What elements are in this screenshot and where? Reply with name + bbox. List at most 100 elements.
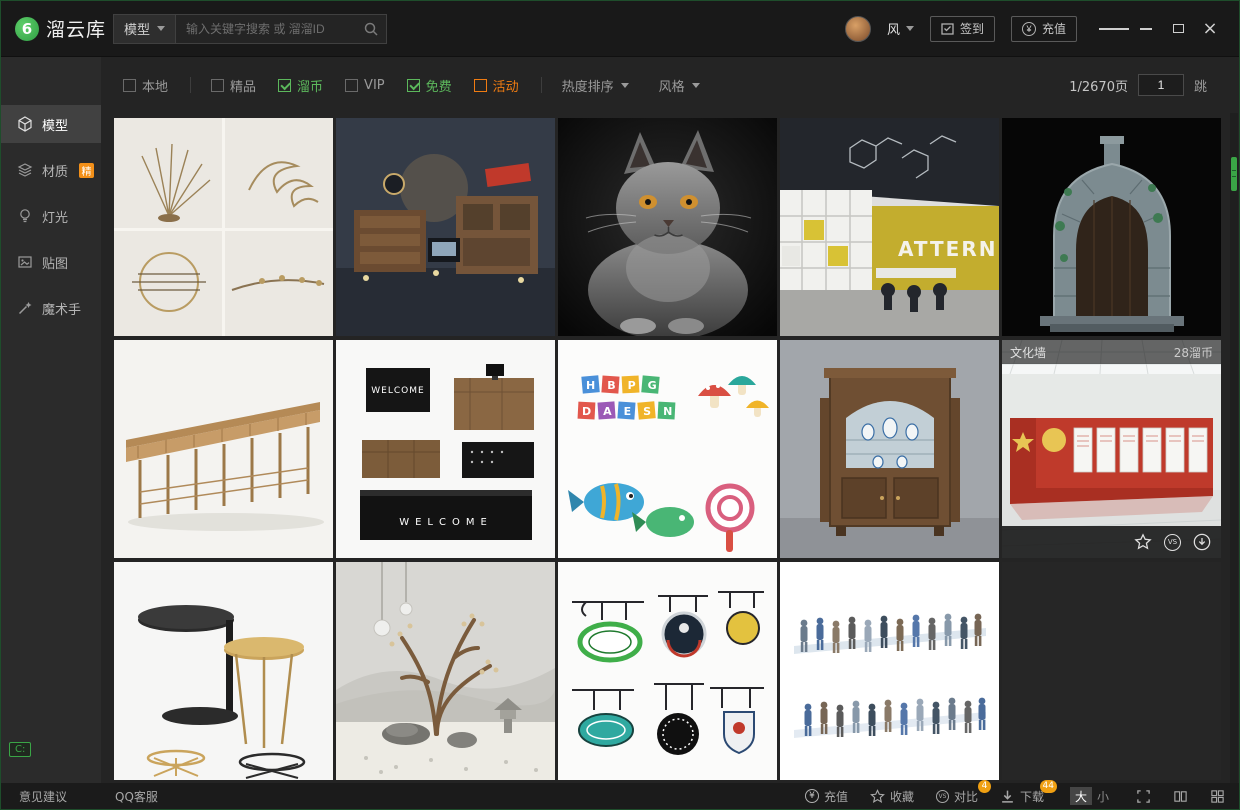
avatar[interactable] — [845, 16, 871, 42]
recharge-icon: ¥ — [1022, 22, 1036, 36]
window-controls: × — [1099, 16, 1225, 42]
scrollbar-thumb[interactable] — [1231, 157, 1237, 191]
sidebar-item-textures[interactable]: 贴图 — [1, 243, 101, 281]
star-icon — [870, 789, 885, 804]
recharge-label: 充值 — [824, 788, 848, 805]
model-grid: ATTERN — [114, 118, 1221, 780]
model-card-gray-cat[interactable] — [558, 118, 777, 336]
fullscreen-icon[interactable] — [1136, 789, 1151, 804]
category-dropdown[interactable]: 模型 — [113, 14, 175, 44]
filter-coin[interactable]: 溜币 — [278, 76, 323, 95]
sidebar-item-magic-hand[interactable]: 魔术手 — [1, 289, 101, 327]
size-large-option[interactable]: 大 — [1070, 787, 1092, 805]
model-card-wooden-pergola[interactable] — [114, 340, 333, 558]
sidebar-item-models[interactable]: 模型 — [1, 105, 101, 143]
page-number-input[interactable] — [1138, 74, 1184, 96]
style-dropdown[interactable]: 风格 — [659, 76, 700, 95]
maximize-button[interactable] — [1163, 16, 1193, 42]
checkbox-checked-icon — [278, 79, 291, 92]
checkbox-icon — [123, 79, 136, 92]
thumbnail-image — [780, 562, 999, 780]
username-label: 风 — [887, 19, 900, 38]
sidebar-item-label: 模型 — [42, 115, 68, 134]
model-card-stone-archway[interactable] — [1002, 118, 1221, 336]
thumbnail-image: WELCOME WELCOME — [336, 340, 555, 558]
recharge-button[interactable]: ¥ 充值 — [1011, 16, 1077, 42]
favorite-star-icon[interactable] — [1134, 533, 1152, 551]
page-jump-button[interactable]: 跳 — [1194, 76, 1207, 95]
download-icon[interactable] — [1193, 533, 1211, 551]
split-view-icon[interactable] — [1173, 789, 1188, 804]
checkbox-icon — [211, 79, 224, 92]
vertical-scrollbar[interactable] — [1230, 113, 1238, 783]
model-card-display-cabinet[interactable] — [780, 340, 999, 558]
divider — [541, 77, 542, 93]
grid-view-icon[interactable] — [1210, 789, 1225, 804]
bottom-bar: 意见建议 QQ客服 ¥ 充值 收藏 VS 对比 4 下载 44 — [1, 783, 1239, 809]
search-icon[interactable] — [363, 21, 379, 37]
app-logo: 6 溜云库 — [15, 15, 109, 42]
qq-support-link[interactable]: QQ客服 — [115, 788, 158, 805]
compare-vs-icon: VS — [936, 790, 949, 803]
thumbnail-image — [1002, 118, 1221, 336]
category-dropdown-label: 模型 — [124, 19, 150, 38]
recharge-bottom-button[interactable]: ¥ 充值 — [805, 788, 848, 805]
signin-icon — [941, 22, 954, 35]
sort-dropdown-label: 热度排序 — [562, 76, 614, 95]
card-title: 文化墙 — [1010, 344, 1046, 361]
feedback-link[interactable]: 意见建议 — [19, 788, 67, 805]
sidebar-item-label: 魔术手 — [42, 299, 81, 318]
topbar: 6 溜云库 模型 风 签到 ¥ 充值 — [1, 1, 1239, 57]
sidebar: 模型 材质 精 灯光 贴图 魔术手 — [1, 57, 101, 783]
filter-local[interactable]: 本地 — [123, 76, 168, 95]
checkbox-icon — [474, 79, 487, 92]
username-menu[interactable]: 风 — [887, 19, 914, 38]
style-dropdown-label: 风格 — [659, 76, 685, 95]
minimize-button[interactable] — [1131, 16, 1161, 42]
chevron-down-icon — [692, 83, 700, 88]
compare-button[interactable]: VS 对比 4 — [936, 788, 978, 805]
model-card-vintage-room[interactable] — [336, 118, 555, 336]
menu-icon[interactable] — [1099, 16, 1129, 42]
svg-text:WELCOME: WELCOME — [371, 386, 424, 396]
page-info: 1/2670页 — [1069, 76, 1128, 95]
filter-vip[interactable]: VIP — [345, 78, 385, 93]
thumbnail-image — [558, 118, 777, 336]
model-card-modern-office[interactable]: ATTERN — [780, 118, 999, 336]
layers-icon — [17, 162, 33, 178]
topbar-right: 风 签到 ¥ 充值 × — [845, 16, 1225, 42]
download-button[interactable]: 下载 44 — [1000, 788, 1044, 805]
close-button[interactable]: × — [1195, 16, 1225, 42]
model-card-toy-blocks[interactable]: HBPG DAESN — [558, 340, 777, 558]
model-card-reception-desks[interactable]: WELCOME WELCOME — [336, 340, 555, 558]
thumbnail-size-toggle: 大 小 — [1070, 787, 1114, 805]
sidebar-item-materials[interactable]: 材质 精 — [1, 151, 101, 189]
chevron-down-icon — [157, 26, 165, 31]
signin-button[interactable]: 签到 — [930, 16, 995, 42]
sidebar-item-lights[interactable]: 灯光 — [1, 197, 101, 235]
model-card-crowd-people[interactable] — [780, 562, 999, 780]
size-small-option[interactable]: 小 — [1092, 787, 1114, 805]
search-input[interactable] — [175, 14, 387, 44]
model-card-culture-wall[interactable]: 文化墙 28溜币 VS — [1002, 340, 1221, 558]
drive-indicator: C: — [9, 742, 31, 757]
filter-premium[interactable]: 精品 — [211, 76, 256, 95]
model-card-dried-plants[interactable] — [114, 118, 333, 336]
lightbulb-icon — [17, 208, 33, 224]
filter-activity[interactable]: 活动 — [474, 76, 519, 95]
filter-free[interactable]: 免费 — [407, 76, 452, 95]
thumbnail-image: ATTERN — [780, 118, 999, 336]
image-icon — [17, 254, 33, 270]
magic-wand-icon — [17, 300, 33, 316]
cube-icon — [17, 116, 33, 132]
model-card-side-tables[interactable] — [114, 562, 333, 780]
card-price: 28溜币 — [1174, 344, 1213, 361]
model-card-shop-signs[interactable] — [558, 562, 777, 780]
thumbnail-image — [558, 562, 777, 780]
download-icon — [1000, 789, 1015, 804]
favorites-button[interactable]: 收藏 — [870, 788, 914, 805]
compare-vs-icon[interactable]: VS — [1164, 534, 1181, 551]
sort-dropdown[interactable]: 热度排序 — [562, 76, 629, 95]
filter-label: 免费 — [426, 76, 452, 95]
model-card-zen-courtyard[interactable] — [336, 562, 555, 780]
